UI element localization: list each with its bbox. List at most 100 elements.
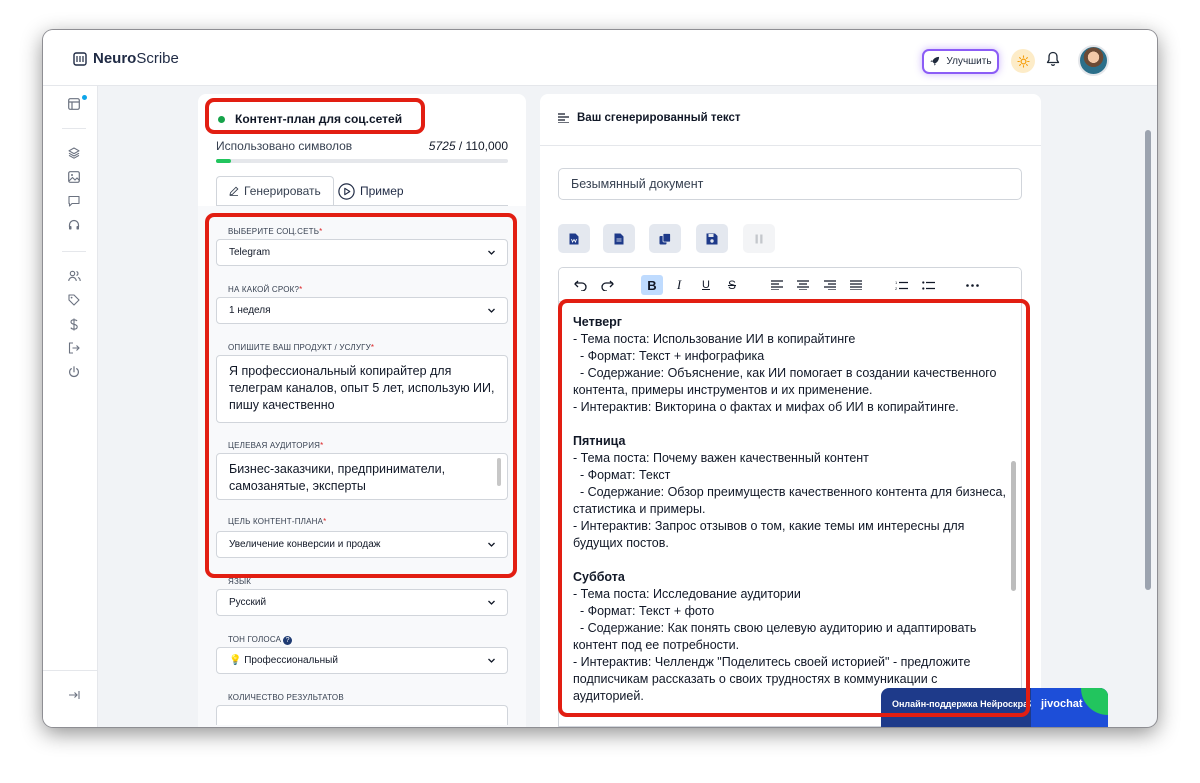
avatar[interactable] — [1078, 45, 1109, 76]
notifications-button[interactable] — [1046, 51, 1060, 72]
bold-icon: B — [647, 277, 657, 293]
app-window: NeuroScribe Улучшить Контент-план для со… — [43, 30, 1157, 727]
audience-textarea[interactable]: Бизнес-заказчики, предприниматели, самоз… — [216, 453, 508, 500]
chevron-down-icon — [488, 250, 495, 255]
power-icon[interactable] — [67, 365, 81, 379]
audience-value: Бизнес-заказчики, предприниматели, самоз… — [229, 462, 446, 493]
logout-icon[interactable] — [67, 341, 81, 355]
tone-select[interactable]: 💡 Профессиональный — [216, 647, 508, 674]
goal-select[interactable]: Увеличение конверсии и продаж — [216, 531, 508, 558]
period-select[interactable]: 1 неделя — [216, 297, 508, 324]
rocket-icon — [930, 56, 940, 66]
align-right-icon — [824, 280, 836, 290]
save-button[interactable] — [696, 224, 728, 253]
language-label: Язык — [228, 577, 252, 586]
document-name-input[interactable]: Безымянный документ — [558, 168, 1022, 200]
usage-total: / 110,000 — [458, 139, 508, 153]
language-select[interactable]: Русский — [216, 589, 508, 616]
content-line: - Формат: Текст + инфографика — [573, 349, 765, 363]
redo-button[interactable] — [596, 275, 618, 295]
align-center-icon — [797, 280, 809, 290]
textarea-scrollbar[interactable] — [497, 458, 501, 486]
product-value: Я профессиональный копирайтер для телегр… — [229, 364, 495, 412]
copy-button[interactable] — [649, 224, 681, 253]
tab-generate[interactable]: Генерировать — [216, 176, 334, 206]
tone-label: Тон голоса? — [228, 635, 293, 645]
sidebar-divider — [62, 128, 86, 129]
rich-text-editor: B I U S 12 Четверг - Тема поста: Использо… — [558, 267, 1022, 727]
more-horizontal-icon — [965, 283, 979, 287]
align-center-button[interactable] — [792, 275, 814, 295]
day-heading: Четверг — [573, 315, 623, 329]
content-line: - Интерактив: Запрос отзывов о том, каки… — [573, 519, 968, 550]
document-name-value: Безымянный документ — [571, 177, 704, 191]
sidebar — [43, 86, 98, 727]
ordered-list-button[interactable]: 12 — [890, 275, 912, 295]
editor-content[interactable]: Четверг - Тема поста: Использование ИИ в … — [559, 302, 1021, 726]
chat-icon[interactable] — [67, 194, 81, 208]
period-label: На какой срок?* — [228, 285, 303, 294]
product-label: Опишите ваш продукт / услугу* — [228, 343, 375, 352]
period-value: 1 неделя — [229, 305, 271, 316]
tool-title-text: Контент-план для соц.сетей — [235, 112, 403, 126]
floppy-disk-icon — [706, 233, 718, 244]
pause-button[interactable] — [743, 224, 775, 253]
upgrade-button[interactable]: Улучшить — [922, 49, 999, 74]
tag-icon[interactable] — [67, 293, 81, 307]
more-options-button[interactable] — [961, 275, 983, 295]
align-left-button[interactable] — [766, 275, 788, 295]
help-icon[interactable]: ? — [283, 636, 293, 645]
bullet-list-button[interactable] — [917, 275, 939, 295]
align-justify-button[interactable] — [845, 275, 867, 295]
content-line: - Тема поста: Исследование аудитории — [573, 587, 801, 601]
align-left-icon — [771, 280, 783, 290]
logo[interactable]: NeuroScribe — [73, 50, 179, 67]
logo-text: NeuroScribe — [93, 50, 179, 67]
product-textarea[interactable]: Я профессиональный копирайтер для телегр… — [216, 355, 508, 423]
day-heading: Пятница — [573, 434, 626, 448]
italic-button[interactable]: I — [668, 275, 690, 295]
copy-icon — [659, 232, 671, 244]
align-right-button[interactable] — [819, 275, 841, 295]
layers-icon[interactable] — [67, 146, 81, 160]
headphones-icon[interactable] — [67, 218, 81, 232]
usage-label: Использовано символов — [216, 139, 353, 153]
undo-icon — [573, 280, 587, 291]
bell-icon — [1046, 51, 1060, 67]
day-heading: Суббота — [573, 570, 625, 584]
social-value: Telegram — [229, 247, 271, 258]
align-justify-icon — [850, 280, 862, 290]
sun-icon — [1016, 54, 1030, 68]
results-count-select[interactable] — [216, 705, 508, 725]
usage-counter: 5725 / 110,000 — [429, 139, 508, 153]
tab-example[interactable]: Пример — [326, 176, 416, 206]
tab-generate-label: Генерировать — [244, 184, 321, 198]
editor-scrollbar[interactable] — [1011, 461, 1016, 591]
top-bar: NeuroScribe Улучшить — [43, 30, 1157, 86]
collapse-sidebar-icon[interactable] — [67, 688, 81, 702]
svg-text:1: 1 — [895, 280, 898, 285]
layout-icon[interactable] — [67, 97, 81, 111]
output-header: Ваш сгенерированный текст — [540, 94, 1041, 146]
output-panel: Ваш сгенерированный текст Безымянный док… — [540, 94, 1041, 727]
notification-dot — [82, 95, 87, 100]
users-icon[interactable] — [67, 269, 81, 283]
strikethrough-button[interactable]: S — [721, 275, 743, 295]
italic-icon: I — [676, 277, 682, 292]
content-line: - Содержание: Как понять свою целевую ау… — [573, 621, 980, 652]
social-select[interactable]: Telegram — [216, 239, 508, 266]
pause-icon — [755, 234, 763, 243]
sidebar-divider — [62, 251, 86, 252]
page-scrollbar[interactable] — [1145, 130, 1151, 590]
export-docx-button[interactable] — [558, 224, 590, 253]
theme-toggle[interactable] — [1011, 49, 1035, 73]
dollar-icon[interactable] — [67, 317, 81, 331]
export-pdf-button[interactable] — [603, 224, 635, 253]
bold-button[interactable]: B — [641, 275, 663, 295]
redo-icon — [600, 280, 614, 291]
image-icon[interactable] — [67, 170, 81, 184]
undo-button[interactable] — [569, 275, 591, 295]
underline-button[interactable]: U — [695, 275, 717, 295]
generation-form: Выберите соц.сеть* Telegram На какой сро… — [198, 206, 526, 727]
support-chat-widget[interactable]: Онлайн-поддержка Нейроскрайб jivochat — [881, 688, 1108, 727]
